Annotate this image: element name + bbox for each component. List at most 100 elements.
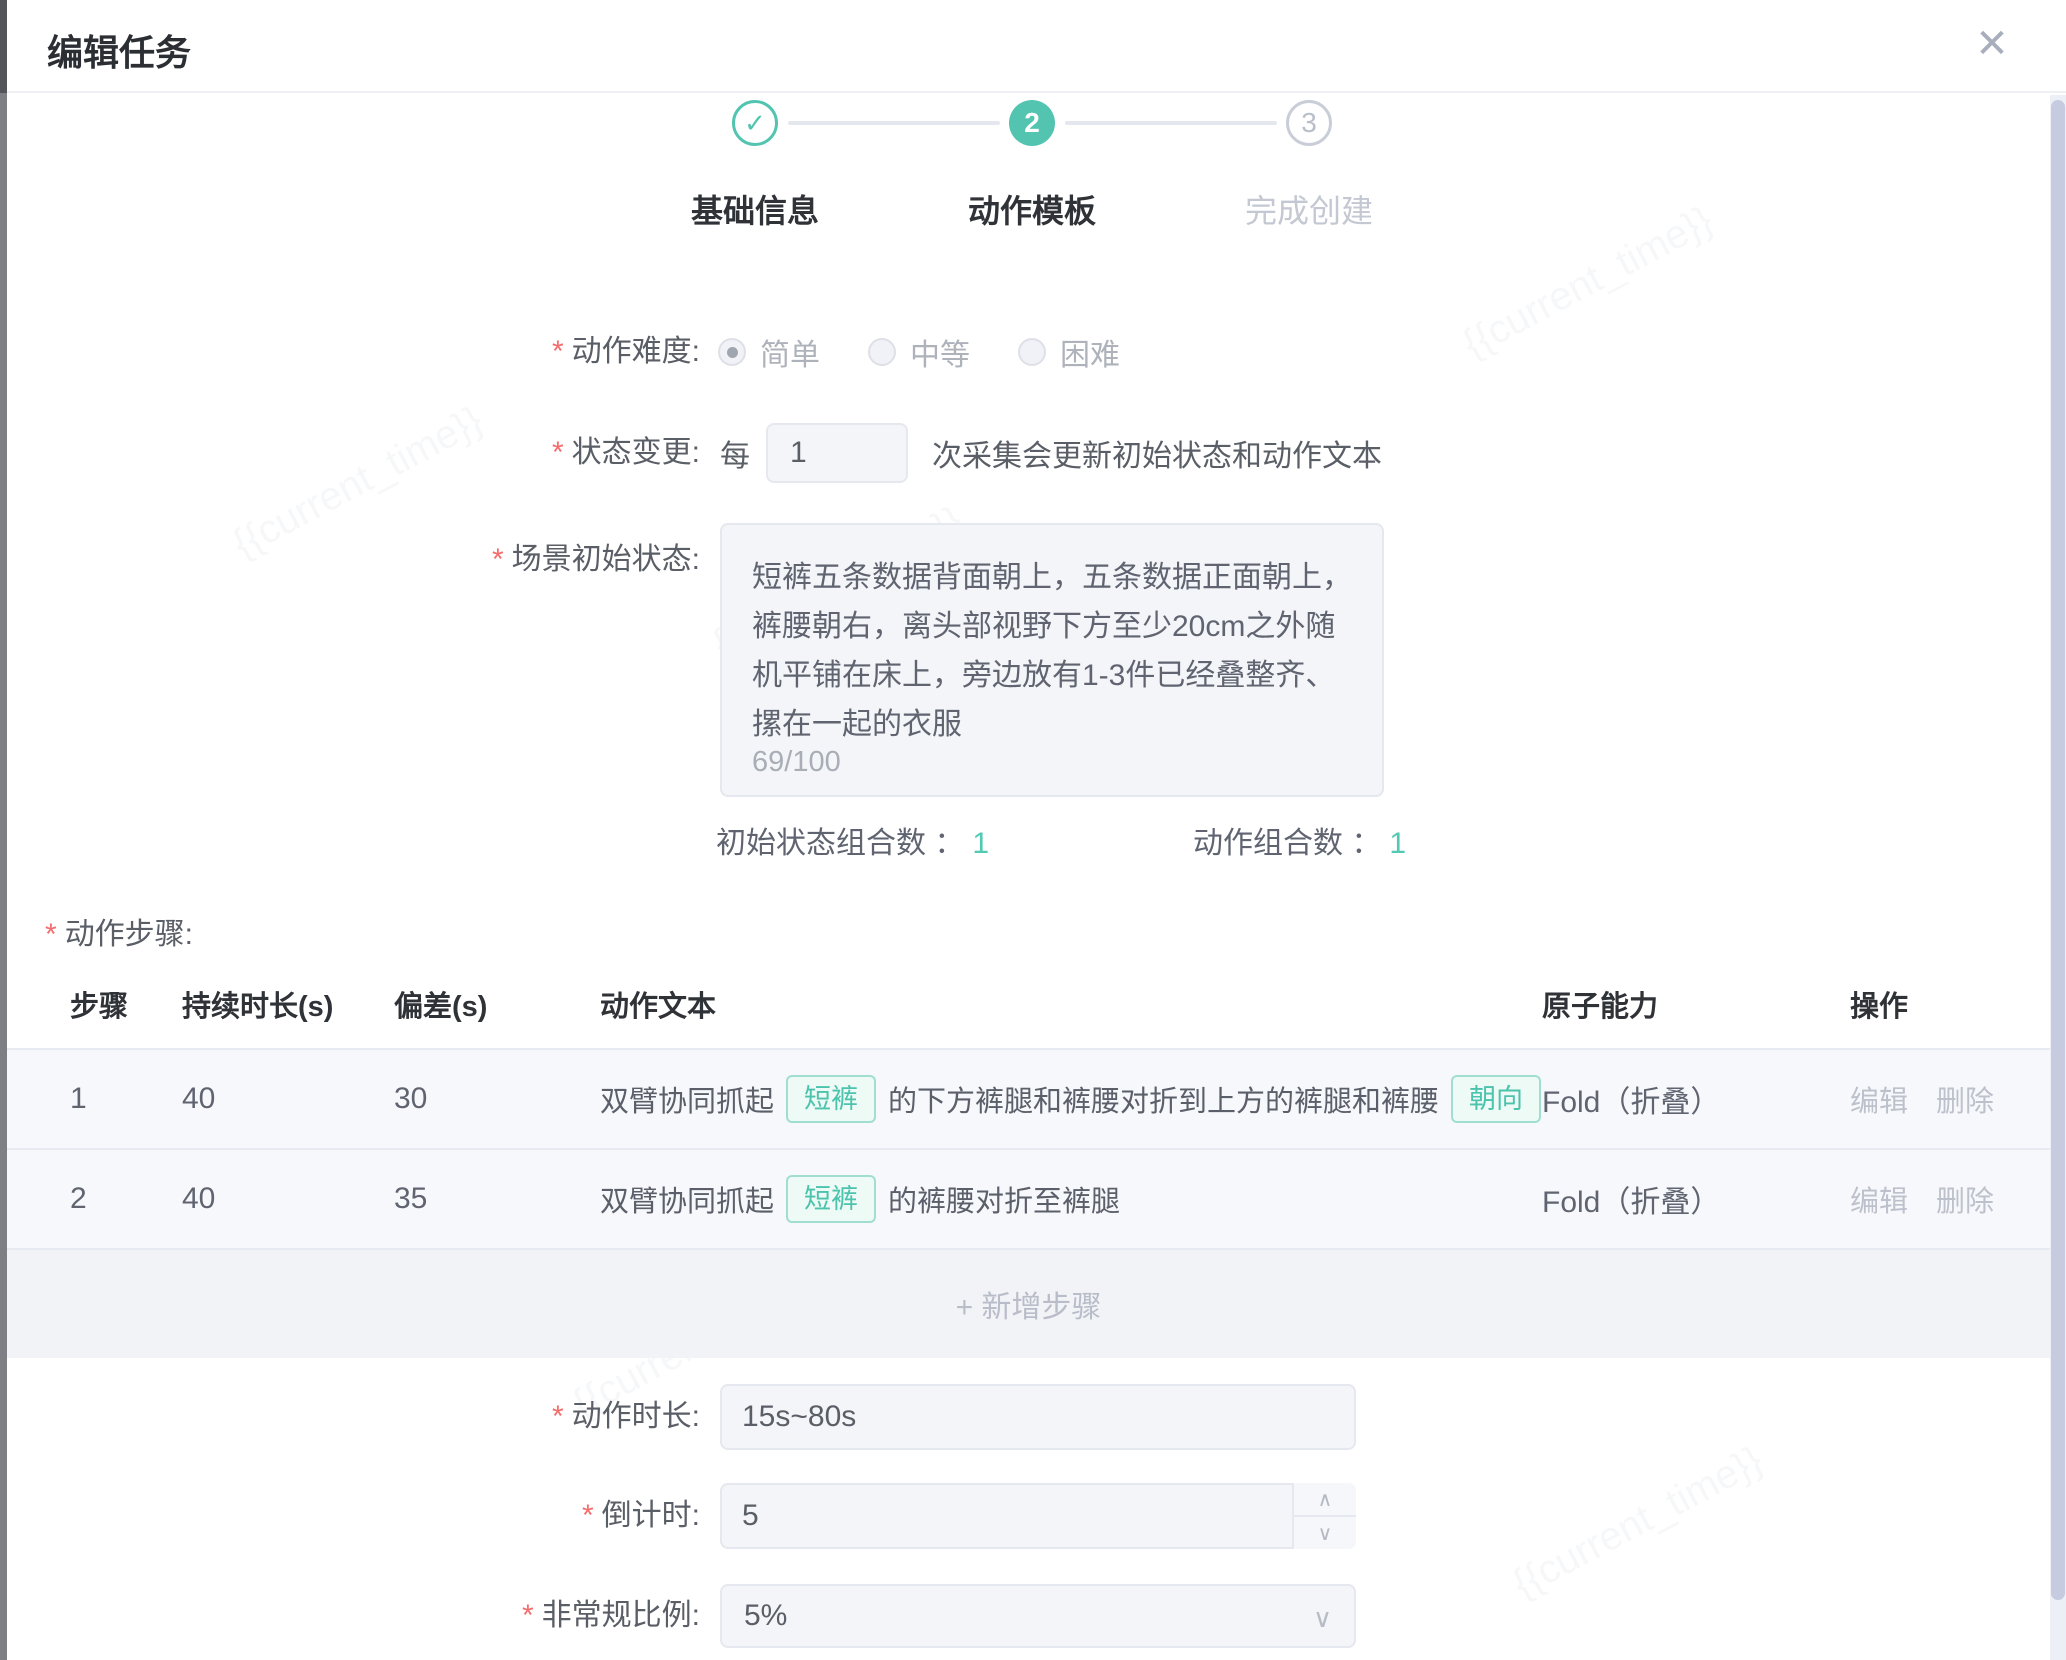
- step-2-circle: 2: [1009, 100, 1055, 146]
- scrollbar-thumb[interactable]: [2051, 100, 2065, 1600]
- initial-state-label: *场景初始状态:: [0, 540, 700, 580]
- radio-label: 困难: [1060, 330, 1120, 374]
- dialog-title: 编辑任务: [47, 24, 191, 76]
- col-header-step: 步骤: [70, 983, 182, 1025]
- radio-option-hard[interactable]: 困难: [1018, 330, 1120, 374]
- state-change-label: *状态变更:: [0, 423, 700, 483]
- initial-state-text: 短裤五条数据背面朝上，五条数据正面朝上，裤腰朝右，离头部视野下方至少20cm之外…: [752, 553, 1352, 749]
- cell-operations: 编辑 删除: [1850, 1078, 2050, 1120]
- countdown-row: *倒计时: ∧ ∨: [0, 1483, 2066, 1549]
- stepper: ✓ 2 3 基础信息 动作模板 完成创建: [732, 100, 1334, 240]
- initial-combo-value: 1: [972, 827, 989, 860]
- edit-step-link[interactable]: 编辑: [1850, 1078, 1908, 1120]
- delete-step-link[interactable]: 删除: [1936, 1178, 1994, 1220]
- char-counter: 69/100: [752, 746, 841, 779]
- scrollbar-track[interactable]: [2050, 95, 2066, 1660]
- table-row: 2 40 35 双臂协同抓起 短裤 的裤腰对折至裤腿 Fold（折叠） 编辑 删…: [7, 1148, 2050, 1248]
- required-asterisk: *: [552, 436, 564, 469]
- state-change-input[interactable]: [766, 423, 908, 483]
- state-change-suffix: 次采集会更新初始状态和动作文本: [932, 431, 1382, 475]
- check-icon: ✓: [744, 108, 766, 139]
- radio-icon: [718, 338, 746, 366]
- required-asterisk: *: [552, 335, 564, 368]
- duration-input[interactable]: [720, 1384, 1356, 1450]
- select-value: 5%: [744, 1599, 787, 1633]
- duration-label: *动作时长:: [0, 1384, 700, 1450]
- state-change-content: 每 次采集会更新初始状态和动作文本: [720, 423, 1382, 483]
- difficulty-row: *动作难度: 简单 中等 困难: [0, 330, 2066, 374]
- radio-label: 简单: [760, 330, 820, 374]
- page-edge: [0, 0, 7, 93]
- edit-task-dialog: {{current_time}} {{current_time}} {{curr…: [0, 0, 2066, 1660]
- cell-ability: Fold（折叠）: [1542, 1077, 1850, 1121]
- cell-deviation: 30: [394, 1082, 600, 1116]
- initial-state-textarea[interactable]: 短裤五条数据背面朝上，五条数据正面朝上，裤腰朝右，离头部视野下方至少20cm之外…: [720, 523, 1384, 797]
- unusual-ratio-select[interactable]: 5% ∨: [720, 1584, 1356, 1648]
- required-asterisk: *: [552, 1400, 564, 1433]
- step-1-circle: ✓: [732, 100, 778, 146]
- table-header-row: 步骤 持续时长(s) 偏差(s) 动作文本 原子能力 操作: [7, 960, 2050, 1048]
- radio-icon: [868, 338, 896, 366]
- cell-action-text: 双臂协同抓起 短裤 的裤腰对折至裤腿: [600, 1175, 1542, 1223]
- state-change-row: *状态变更: 每 次采集会更新初始状态和动作文本: [0, 423, 2066, 483]
- item-tag: 短裤: [786, 1075, 876, 1123]
- chevron-down-icon: ∨: [1313, 1586, 1332, 1650]
- required-asterisk: *: [492, 543, 504, 576]
- state-change-prefix: 每: [720, 431, 750, 475]
- cell-duration: 40: [182, 1182, 394, 1216]
- action-combo-count: 动作组合数 ：1: [1193, 824, 1406, 864]
- radio-option-medium[interactable]: 中等: [868, 330, 970, 374]
- required-asterisk: *: [522, 1599, 534, 1632]
- step-3-circle: 3: [1286, 100, 1332, 146]
- action-combo-value: 1: [1389, 827, 1406, 860]
- number-stepper: ∧ ∨: [1292, 1483, 1356, 1549]
- item-tag: 短裤: [786, 1175, 876, 1223]
- col-header-action-text: 动作文本: [600, 983, 1542, 1025]
- cell-step: 2: [70, 1182, 182, 1216]
- radio-selected-dot: [727, 347, 738, 358]
- cell-operations: 编辑 删除: [1850, 1178, 2050, 1220]
- countdown-input[interactable]: [720, 1483, 1356, 1549]
- step-connector: [788, 121, 1000, 125]
- orientation-tag: 朝向: [1451, 1075, 1541, 1123]
- step-connector: [1065, 121, 1277, 125]
- increment-button[interactable]: ∧: [1294, 1483, 1356, 1517]
- step-number: 3: [1301, 107, 1317, 139]
- step-1-label: 基础信息: [645, 186, 865, 232]
- countdown-label: *倒计时:: [0, 1483, 700, 1549]
- col-header-deviation: 偏差(s): [394, 983, 600, 1025]
- chevron-down-icon: ∨: [1318, 1521, 1333, 1546]
- table-row: 1 40 30 双臂协同抓起 短裤 的下方裤腿和裤腰对折到上方的裤腿和裤腰 朝向…: [7, 1048, 2050, 1148]
- cell-ability: Fold（折叠）: [1542, 1177, 1850, 1221]
- add-step-button[interactable]: + 新增步骤: [7, 1248, 2050, 1358]
- radio-icon: [1018, 338, 1046, 366]
- action-steps-table: 步骤 持续时长(s) 偏差(s) 动作文本 原子能力 操作 1 40 30 双臂…: [7, 960, 2050, 1358]
- required-asterisk: *: [45, 918, 57, 951]
- chevron-up-icon: ∧: [1318, 1487, 1333, 1512]
- delete-step-link[interactable]: 删除: [1936, 1078, 1994, 1120]
- required-asterisk: *: [582, 1499, 594, 1532]
- col-header-ability: 原子能力: [1542, 983, 1850, 1025]
- dialog-header: 编辑任务 ✕: [7, 0, 2066, 93]
- col-header-operations: 操作: [1850, 983, 2050, 1025]
- unusual-ratio-row: *非常规比例: 5% ∨: [0, 1584, 2066, 1650]
- cell-duration: 40: [182, 1082, 394, 1116]
- initial-combo-count: 初始状态组合数 ：1: [716, 824, 989, 864]
- radio-option-easy[interactable]: 简单: [718, 330, 820, 374]
- cell-step: 1: [70, 1082, 182, 1116]
- edit-step-link[interactable]: 编辑: [1850, 1178, 1908, 1220]
- step-number: 2: [1024, 107, 1040, 139]
- decrement-button[interactable]: ∨: [1294, 1517, 1356, 1549]
- close-icon: ✕: [1975, 22, 2009, 66]
- close-button[interactable]: ✕: [1968, 20, 2016, 68]
- duration-row: *动作时长:: [0, 1384, 2066, 1450]
- step-2-label: 动作模板: [922, 186, 1142, 232]
- radio-label: 中等: [910, 330, 970, 374]
- cell-deviation: 35: [394, 1182, 600, 1216]
- unusual-ratio-label: *非常规比例:: [0, 1584, 700, 1648]
- step-3-label: 完成创建: [1199, 186, 1419, 232]
- col-header-duration: 持续时长(s): [182, 983, 394, 1025]
- action-steps-label: *动作步骤:: [45, 915, 193, 955]
- cell-action-text: 双臂协同抓起 短裤 的下方裤腿和裤腰对折到上方的裤腿和裤腰 朝向: [600, 1075, 1542, 1123]
- difficulty-label: *动作难度:: [0, 330, 700, 374]
